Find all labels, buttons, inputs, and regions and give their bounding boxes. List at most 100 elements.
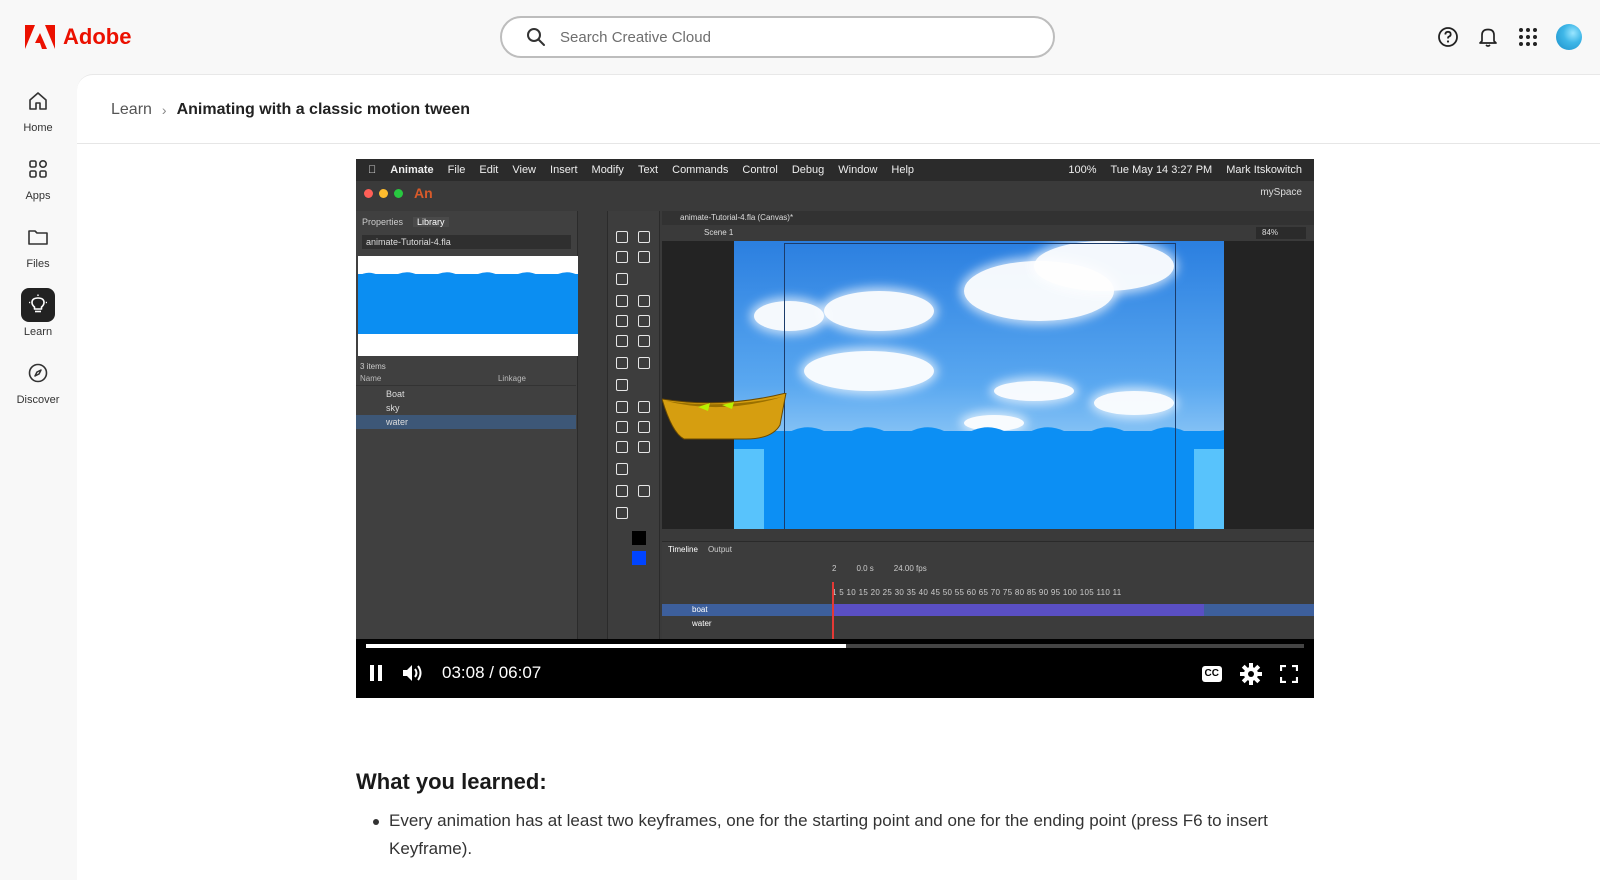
stage-area: animate-Tutorial-4.fla (Canvas)* Scene 1… [662, 211, 1314, 529]
lightbulb-icon [21, 288, 55, 322]
video-controls: 03:08 / 06:07 CC [356, 639, 1314, 698]
brand-name: Adobe [63, 24, 132, 49]
menubar-item: Commands [663, 164, 728, 176]
breadcrumb: Learn › Animating with a classic motion … [111, 101, 470, 119]
rail-label: Home [23, 122, 53, 134]
menubar-item: Text [629, 164, 658, 176]
tab-timeline: Timeline [668, 545, 698, 554]
pause-button[interactable] [368, 664, 384, 682]
rail-label: Apps [25, 190, 51, 202]
header-divider [77, 143, 1600, 144]
tab-output: Output [707, 545, 732, 554]
app-switcher-grid-icon[interactable] [1516, 25, 1540, 49]
home-icon [21, 84, 55, 118]
workspace-label: mySpace [1260, 187, 1302, 198]
tools-panel [608, 211, 660, 639]
menubar-item: Edit [471, 164, 498, 176]
closed-captions-icon: CC [1201, 666, 1222, 682]
menubar-item: Window [830, 164, 877, 176]
search-bar[interactable] [500, 16, 1055, 58]
video-player[interactable]:  Animate File Edit View Insert Modify T… [356, 159, 1314, 698]
video-time: 03:08 / 06:07 [442, 663, 542, 682]
volume-button[interactable] [402, 663, 424, 683]
frame-number: 2 [832, 564, 837, 573]
fps: 24.00 fps [893, 564, 927, 573]
settings-button[interactable] [1240, 663, 1262, 685]
apps-icon [21, 152, 55, 186]
library-panel: Properties Library animate-Tutorial-4.fl… [356, 211, 578, 639]
adobe-logo-icon [25, 25, 55, 49]
video-frame-mac-menubar:  Animate File Edit View Insert Modify T… [356, 159, 1314, 181]
timeline-ruler: 1 5 10 15 20 25 30 35 40 45 50 55 60 65 … [832, 588, 1122, 597]
animate-logo: An [414, 185, 433, 201]
rail-item-discover[interactable]: Discover [0, 356, 76, 424]
menubar-item: File [439, 164, 466, 176]
rail-label: Discover [16, 394, 60, 406]
rail-item-files[interactable]: Files [0, 220, 76, 288]
menubar-item: Control [734, 164, 777, 176]
top-bar: Adobe [0, 0, 1600, 74]
apple-icon:  [368, 164, 376, 176]
menubar-user: Mark Itskowitch [1226, 164, 1302, 176]
search-input[interactable] [560, 28, 1020, 46]
compass-icon [21, 356, 55, 390]
rail-label: Learn [23, 326, 53, 338]
video-progress-bar[interactable] [366, 644, 1304, 648]
library-item: sky [386, 403, 400, 413]
motion-tween-span [832, 604, 1204, 616]
side-toolbar [580, 211, 608, 639]
video-frame-animate-app: An mySpace Properties Library animate-Tu… [356, 181, 1314, 640]
boat-graphic [662, 393, 787, 440]
window-controls [364, 189, 403, 198]
menubar-item: Modify [583, 164, 624, 176]
scene-bar: Scene 1 84% [662, 225, 1314, 241]
zoom-select: 84% [1256, 227, 1306, 239]
menubar-item: Insert [541, 164, 578, 176]
menubar-item: Help [883, 164, 914, 176]
library-preview [358, 256, 578, 356]
folder-icon [21, 220, 55, 254]
library-item-selected: water [356, 415, 576, 429]
library-item: Boat [386, 389, 405, 399]
menubar-app: Animate [382, 164, 433, 176]
learned-list: Every animation has at least two keyfram… [373, 807, 1319, 863]
help-icon[interactable] [1436, 25, 1460, 49]
rail-item-home[interactable]: Home [0, 84, 76, 152]
video-progress-fill [366, 644, 847, 648]
layer-water: water [692, 619, 712, 628]
menubar-item: Debug [783, 164, 824, 176]
fullscreen-button[interactable] [1280, 665, 1298, 683]
main-content: Learn › Animating with a classic motion … [77, 74, 1600, 880]
breadcrumb-learn-link[interactable]: Learn [111, 101, 152, 119]
section-heading: What you learned: [356, 769, 547, 794]
search-icon [527, 28, 545, 46]
battery-percent: 100% [1068, 164, 1097, 176]
playhead [832, 582, 834, 640]
pause-icon [370, 665, 382, 681]
list-item: Every animation has at least two keyfram… [373, 807, 1319, 863]
page-title: Animating with a classic motion tween [176, 101, 470, 118]
library-columns: Name Linkage [356, 374, 576, 386]
stage-canvas [734, 241, 1224, 529]
gear-icon [1240, 663, 1262, 685]
clock: Tue May 14 3:27 PM [1110, 164, 1213, 176]
notifications-bell-icon[interactable] [1476, 25, 1500, 49]
rail-item-learn[interactable]: Learn [0, 288, 76, 356]
document-tab: animate-Tutorial-4.fla (Canvas)* [662, 211, 1314, 225]
time-seconds: 0.0 s [856, 564, 874, 573]
timeline-panel: Timeline Output 2 0.0 s 24.00 fps 1 5 10… [662, 541, 1314, 640]
adobe-logo[interactable]: Adobe [25, 24, 131, 50]
chevron-right-icon: › [161, 102, 167, 118]
menubar-item: View [504, 164, 536, 176]
volume-icon [403, 665, 422, 681]
captions-button[interactable]: CC [1201, 666, 1222, 682]
rail-label: Files [26, 258, 50, 270]
tab-properties: Properties [362, 217, 404, 227]
left-nav-rail: Home Apps Files Learn Discover [0, 84, 76, 424]
rail-item-apps[interactable]: Apps [0, 152, 76, 220]
library-file-select: animate-Tutorial-4.fla [362, 235, 571, 249]
fullscreen-icon [1280, 665, 1298, 683]
user-avatar[interactable] [1556, 24, 1582, 50]
library-count: 3 items [360, 362, 386, 371]
tab-library: Library [413, 217, 449, 227]
